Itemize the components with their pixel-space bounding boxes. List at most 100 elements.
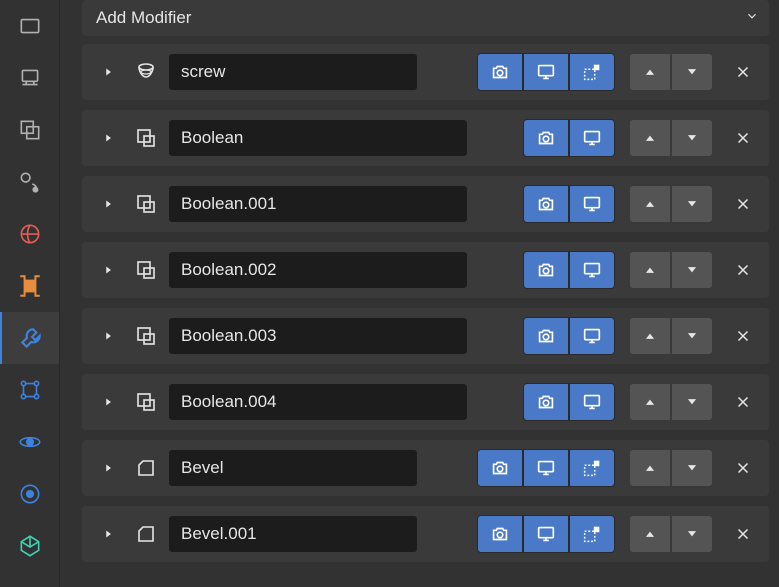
delete-modifier-button[interactable]: [727, 185, 759, 223]
show-editmode-toggle[interactable]: [569, 53, 615, 91]
show-editmode-toggle[interactable]: [569, 449, 615, 487]
tab-tool[interactable]: [0, 0, 59, 52]
show-editmode-toggle[interactable]: [569, 515, 615, 553]
tab-data[interactable]: [0, 520, 59, 572]
modifier-row: [82, 506, 769, 562]
move-group: [629, 515, 713, 553]
tab-modifier[interactable]: [0, 312, 59, 364]
move-up-button[interactable]: [629, 449, 671, 487]
move-up-button[interactable]: [629, 383, 671, 421]
tab-scene[interactable]: [0, 156, 59, 208]
show-viewport-toggle[interactable]: [569, 251, 615, 289]
delete-modifier-button[interactable]: [727, 449, 759, 487]
show-render-toggle[interactable]: [523, 383, 569, 421]
move-down-button[interactable]: [671, 53, 713, 91]
move-group: [629, 119, 713, 157]
tab-physics[interactable]: [0, 416, 59, 468]
modifier-name-input[interactable]: [168, 449, 418, 487]
move-down-button[interactable]: [671, 119, 713, 157]
move-down-button[interactable]: [671, 251, 713, 289]
modifier-name-input[interactable]: [168, 185, 468, 223]
move-down-button[interactable]: [671, 317, 713, 355]
move-up-button[interactable]: [629, 185, 671, 223]
visibility-toggle-group: [477, 515, 615, 553]
expand-toggle[interactable]: [92, 119, 124, 157]
show-render-toggle[interactable]: [477, 449, 523, 487]
expand-toggle[interactable]: [92, 515, 124, 553]
move-group: [629, 449, 713, 487]
move-group: [629, 317, 713, 355]
modifier-row: [82, 44, 769, 100]
visibility-toggle-group: [523, 383, 615, 421]
move-up-button[interactable]: [629, 119, 671, 157]
show-render-toggle[interactable]: [523, 317, 569, 355]
tab-viewlayer[interactable]: [0, 104, 59, 156]
visibility-toggle-group: [477, 53, 615, 91]
modifier-name-input[interactable]: [168, 53, 418, 91]
delete-modifier-button[interactable]: [727, 53, 759, 91]
boolean-modifier-icon: [124, 258, 168, 282]
boolean-modifier-icon: [124, 192, 168, 216]
delete-modifier-button[interactable]: [727, 383, 759, 421]
visibility-toggle-group: [523, 251, 615, 289]
show-render-toggle[interactable]: [523, 119, 569, 157]
move-group: [629, 185, 713, 223]
tab-world[interactable]: [0, 208, 59, 260]
show-viewport-toggle[interactable]: [523, 515, 569, 553]
modifier-row: [82, 242, 769, 298]
add-modifier-label: Add Modifier: [96, 8, 191, 28]
move-group: [629, 53, 713, 91]
modifier-name-input[interactable]: [168, 251, 468, 289]
move-up-button[interactable]: [629, 53, 671, 91]
modifier-row: [82, 176, 769, 232]
modifier-list: [82, 44, 769, 562]
tab-particles[interactable]: [0, 364, 59, 416]
delete-modifier-button[interactable]: [727, 119, 759, 157]
expand-toggle[interactable]: [92, 449, 124, 487]
show-render-toggle[interactable]: [523, 251, 569, 289]
modifier-name-input[interactable]: [168, 119, 468, 157]
move-up-button[interactable]: [629, 317, 671, 355]
show-render-toggle[interactable]: [477, 515, 523, 553]
modifier-row: [82, 374, 769, 430]
modifier-name-input[interactable]: [168, 317, 468, 355]
modifier-row: [82, 110, 769, 166]
screw-modifier-icon: [124, 60, 168, 84]
properties-tabs-sidebar: [0, 0, 60, 587]
move-down-button[interactable]: [671, 449, 713, 487]
expand-toggle[interactable]: [92, 185, 124, 223]
modifier-name-input[interactable]: [168, 383, 468, 421]
expand-toggle[interactable]: [92, 53, 124, 91]
move-up-button[interactable]: [629, 515, 671, 553]
show-viewport-toggle[interactable]: [523, 449, 569, 487]
delete-modifier-button[interactable]: [727, 515, 759, 553]
modifier-name-input[interactable]: [168, 515, 418, 553]
move-down-button[interactable]: [671, 383, 713, 421]
show-viewport-toggle[interactable]: [569, 383, 615, 421]
move-up-button[interactable]: [629, 251, 671, 289]
add-modifier-dropdown[interactable]: Add Modifier: [82, 0, 769, 36]
show-render-toggle[interactable]: [477, 53, 523, 91]
delete-modifier-button[interactable]: [727, 251, 759, 289]
show-viewport-toggle[interactable]: [523, 53, 569, 91]
tab-output[interactable]: [0, 52, 59, 104]
modifier-panel: Add Modifier: [60, 0, 779, 587]
move-down-button[interactable]: [671, 515, 713, 553]
bevel-modifier-icon: [124, 522, 168, 546]
expand-toggle[interactable]: [92, 317, 124, 355]
visibility-toggle-group: [523, 317, 615, 355]
show-viewport-toggle[interactable]: [569, 119, 615, 157]
delete-modifier-button[interactable]: [727, 317, 759, 355]
tab-constraints[interactable]: [0, 468, 59, 520]
show-viewport-toggle[interactable]: [569, 185, 615, 223]
move-group: [629, 383, 713, 421]
move-down-button[interactable]: [671, 185, 713, 223]
modifier-row: [82, 440, 769, 496]
show-viewport-toggle[interactable]: [569, 317, 615, 355]
expand-toggle[interactable]: [92, 251, 124, 289]
expand-toggle[interactable]: [92, 383, 124, 421]
boolean-modifier-icon: [124, 126, 168, 150]
tab-object[interactable]: [0, 260, 59, 312]
show-render-toggle[interactable]: [523, 185, 569, 223]
chevron-down-icon: [745, 8, 759, 28]
